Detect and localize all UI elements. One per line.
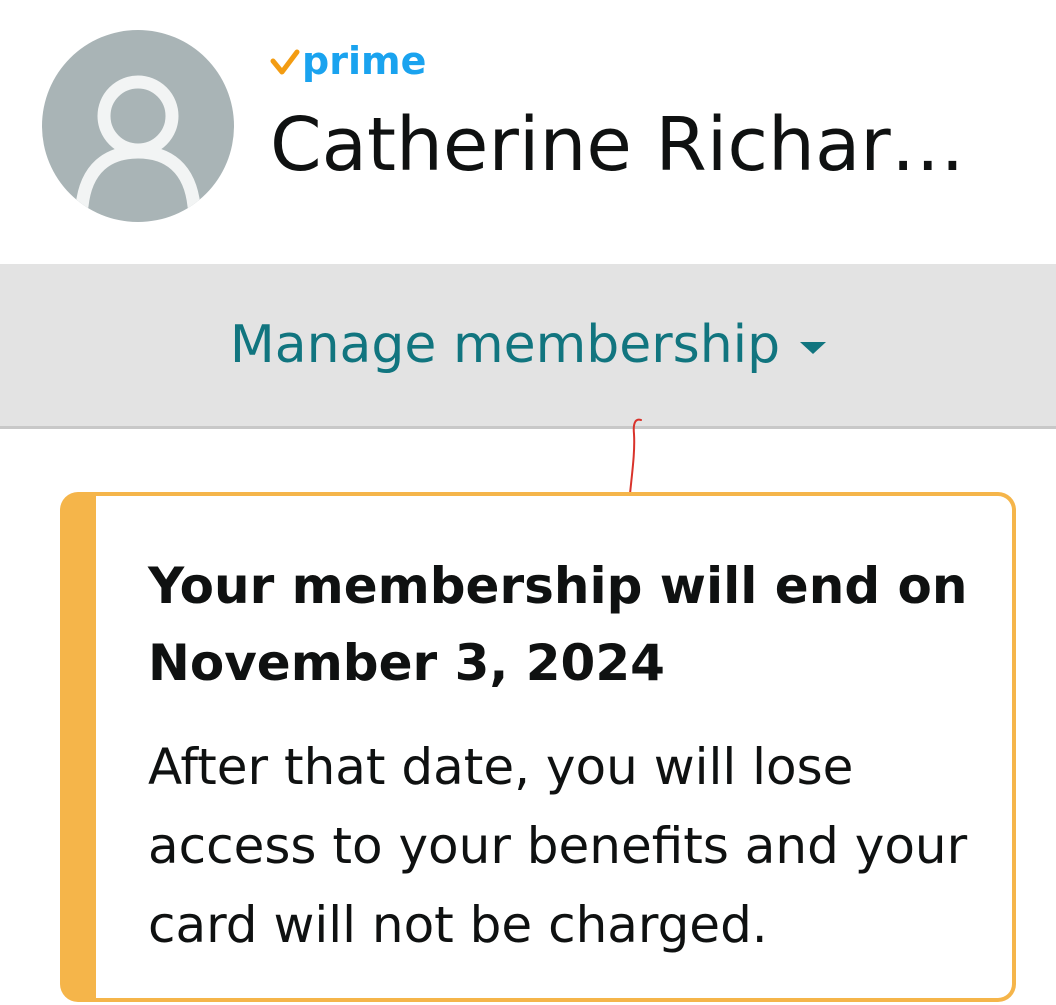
user-name: Catherine Richar… — [270, 102, 965, 188]
avatar[interactable] — [42, 30, 234, 222]
prime-logo: prime — [270, 38, 426, 88]
check-icon — [270, 49, 300, 75]
caret-down-icon — [800, 342, 827, 354]
user-silhouette-icon — [75, 75, 201, 213]
manage-membership-label: Manage membership — [229, 315, 781, 375]
profile-header: prime Catherine Richar… — [0, 0, 1056, 264]
prime-badge-text: prime — [302, 39, 427, 83]
notice-title: Your membership will end on November 3, … — [148, 557, 968, 692]
manage-membership-button[interactable]: Manage membership — [0, 264, 1056, 429]
membership-end-notice: Your membership will end on November 3, … — [60, 492, 1016, 1002]
notice-body: After that date, you will lose access to… — [148, 738, 968, 954]
